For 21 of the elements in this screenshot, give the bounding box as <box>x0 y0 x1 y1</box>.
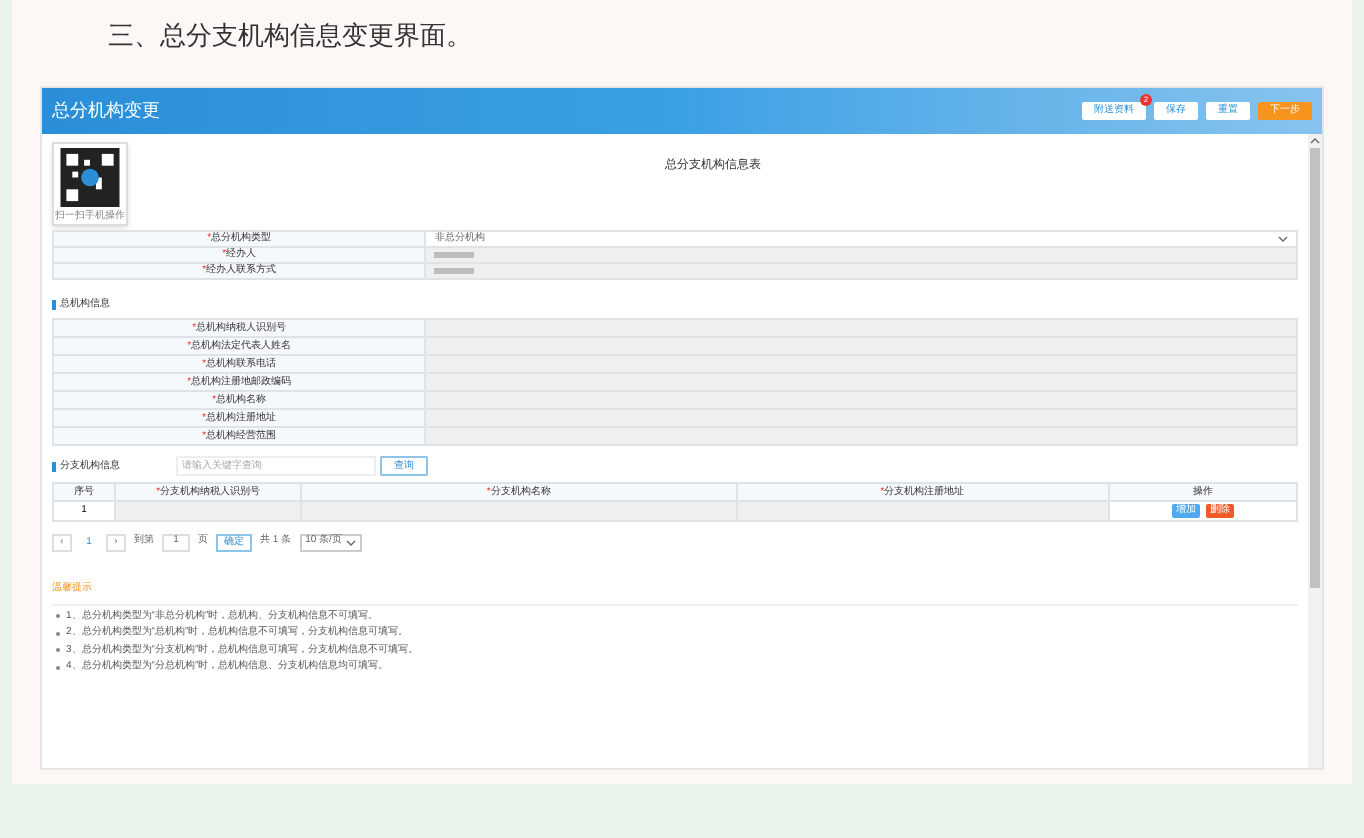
input-field[interactable] <box>426 356 1296 372</box>
document-heading: 三、总分支机构信息变更界面。 <box>108 18 472 54</box>
chevron-down-icon <box>1278 236 1288 242</box>
input-field[interactable] <box>426 320 1296 336</box>
input-field[interactable] <box>426 374 1296 390</box>
input-field[interactable] <box>302 502 738 520</box>
input-field[interactable] <box>426 264 1296 278</box>
input-field[interactable] <box>426 338 1296 354</box>
qr-code-icon <box>60 148 120 207</box>
input-field[interactable] <box>426 410 1296 426</box>
chevron-down-icon <box>345 539 356 545</box>
scrollbar-thumb[interactable] <box>1310 148 1320 588</box>
window-title: 总分机构变更 <box>52 97 160 124</box>
input-field[interactable] <box>116 502 303 520</box>
input-field[interactable] <box>737 502 1110 520</box>
redacted-value <box>434 268 475 274</box>
input-field[interactable] <box>426 428 1296 444</box>
redacted-value <box>434 252 475 258</box>
input-field[interactable] <box>426 392 1296 408</box>
scroll-up-icon <box>1310 138 1320 144</box>
input-field[interactable] <box>426 248 1296 262</box>
